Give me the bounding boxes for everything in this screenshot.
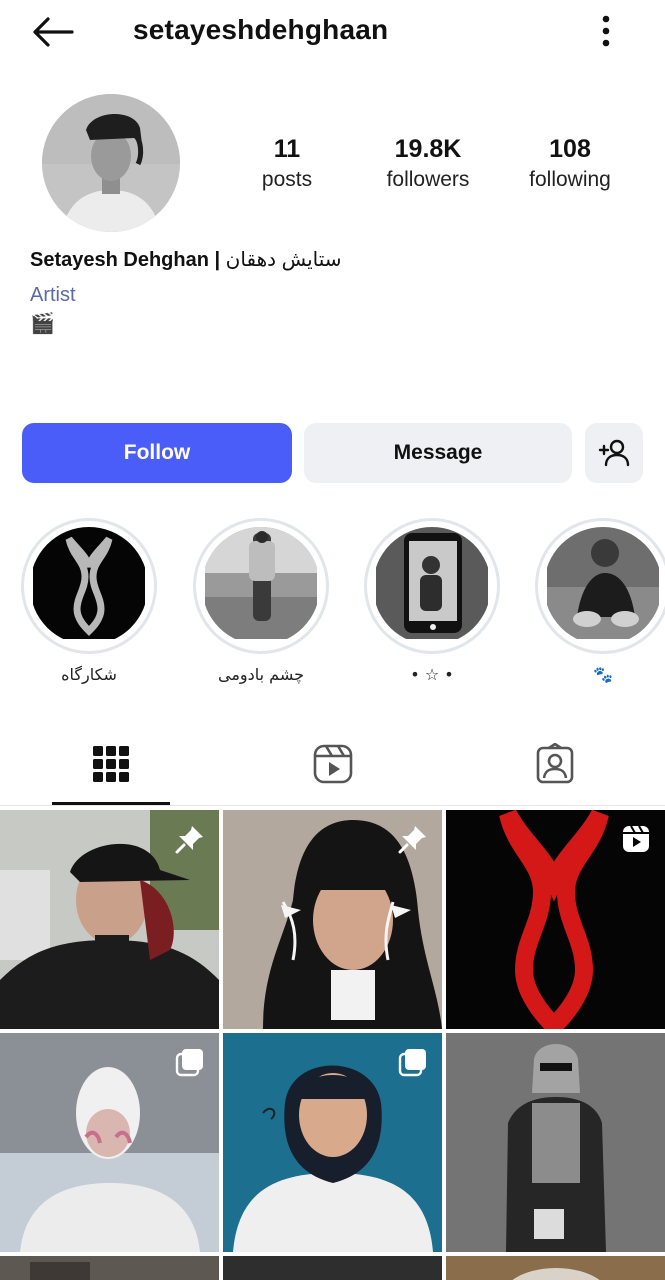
highlight-cover (30, 527, 148, 645)
posts-count[interactable]: 11 posts (217, 133, 357, 195)
follow-button[interactable]: Follow (22, 423, 292, 483)
profile-content-tabs (0, 723, 665, 807)
highlight-ring (193, 518, 329, 654)
post-thumbnail[interactable] (446, 810, 665, 1029)
posts-count-value: 11 (273, 135, 301, 163)
profile-name-persian: ستایش دهقان (225, 249, 342, 271)
post-thumbnail[interactable] (223, 1256, 442, 1280)
bio-clapper-emoji: 🎬 (30, 313, 55, 335)
carousel-badge (173, 1045, 207, 1079)
tab-posts-grid[interactable] (0, 723, 222, 805)
highlight-cover (373, 527, 491, 645)
highlight-cover (202, 527, 320, 645)
highlight-ring (21, 518, 157, 654)
posts-count-label: posts (261, 168, 313, 191)
highlight-label: چشم بادومی (218, 665, 304, 684)
profile-stats: 11 posts 19.8K followers 108 following (230, 133, 650, 203)
profile-username: setayeshdehghaan (133, 14, 389, 45)
highlight-label: شکارگاه (61, 665, 117, 684)
grid-icon (93, 746, 129, 782)
story-highlight[interactable]: شکارگاه (21, 518, 157, 686)
following-count[interactable]: 108 following (500, 133, 640, 195)
reel-badge (619, 822, 653, 856)
highlight-ring (535, 518, 665, 654)
post-thumbnail[interactable] (223, 810, 442, 1029)
more-options-button[interactable] (588, 10, 624, 52)
post-thumbnail[interactable] (0, 1033, 219, 1252)
profile-full-name: Setayesh Dehghan | ستایش دهقان (30, 246, 342, 274)
pin-icon (398, 826, 426, 854)
arrow-left-icon (33, 17, 74, 47)
reels-icon (313, 744, 353, 784)
post-thumbnail[interactable] (0, 1256, 219, 1280)
followers-count-label: followers (386, 168, 470, 191)
pin-icon (175, 826, 203, 854)
post-thumbnail[interactable] (446, 1033, 665, 1252)
post-thumbnail[interactable] (446, 1256, 665, 1280)
highlight-label: • ☆ • (410, 665, 454, 684)
profile-avatar[interactable] (42, 94, 180, 232)
followers-count-value: 19.8K (394, 135, 462, 163)
highlight-ring (364, 518, 500, 654)
pinned-badge (396, 822, 430, 856)
following-count-label: following (529, 168, 611, 191)
story-highlight[interactable]: چشم بادومی (193, 518, 329, 686)
tab-reels[interactable] (222, 723, 444, 805)
post-thumbnail[interactable] (223, 1033, 442, 1252)
multiple-images-icon (398, 1049, 426, 1077)
reels-icon (623, 825, 649, 852)
followers-count[interactable]: 19.8K followers (358, 133, 498, 195)
more-vertical-icon (602, 15, 610, 47)
top-bar: setayeshdehghaan (0, 0, 665, 62)
story-highlight[interactable]: 🐾 (535, 518, 665, 686)
message-button[interactable]: Message (304, 423, 572, 483)
tagged-person-icon (536, 743, 574, 784)
suggested-people-button[interactable] (585, 423, 643, 483)
multiple-images-icon (175, 1049, 203, 1077)
carousel-badge (396, 1045, 430, 1079)
add-person-icon (598, 439, 630, 467)
tab-divider (0, 805, 665, 806)
tab-tagged[interactable] (444, 723, 665, 805)
profile-name-latin: Setayesh Dehghan | (30, 249, 221, 271)
story-highlight[interactable]: • ☆ • (364, 518, 500, 686)
following-count-value: 108 (549, 135, 591, 163)
profile-category: Artist (30, 284, 76, 306)
highlight-label: 🐾 (593, 665, 613, 684)
post-thumbnail[interactable] (0, 810, 219, 1029)
pinned-badge (173, 822, 207, 856)
highlight-cover (544, 527, 662, 645)
back-button[interactable] (26, 12, 78, 52)
